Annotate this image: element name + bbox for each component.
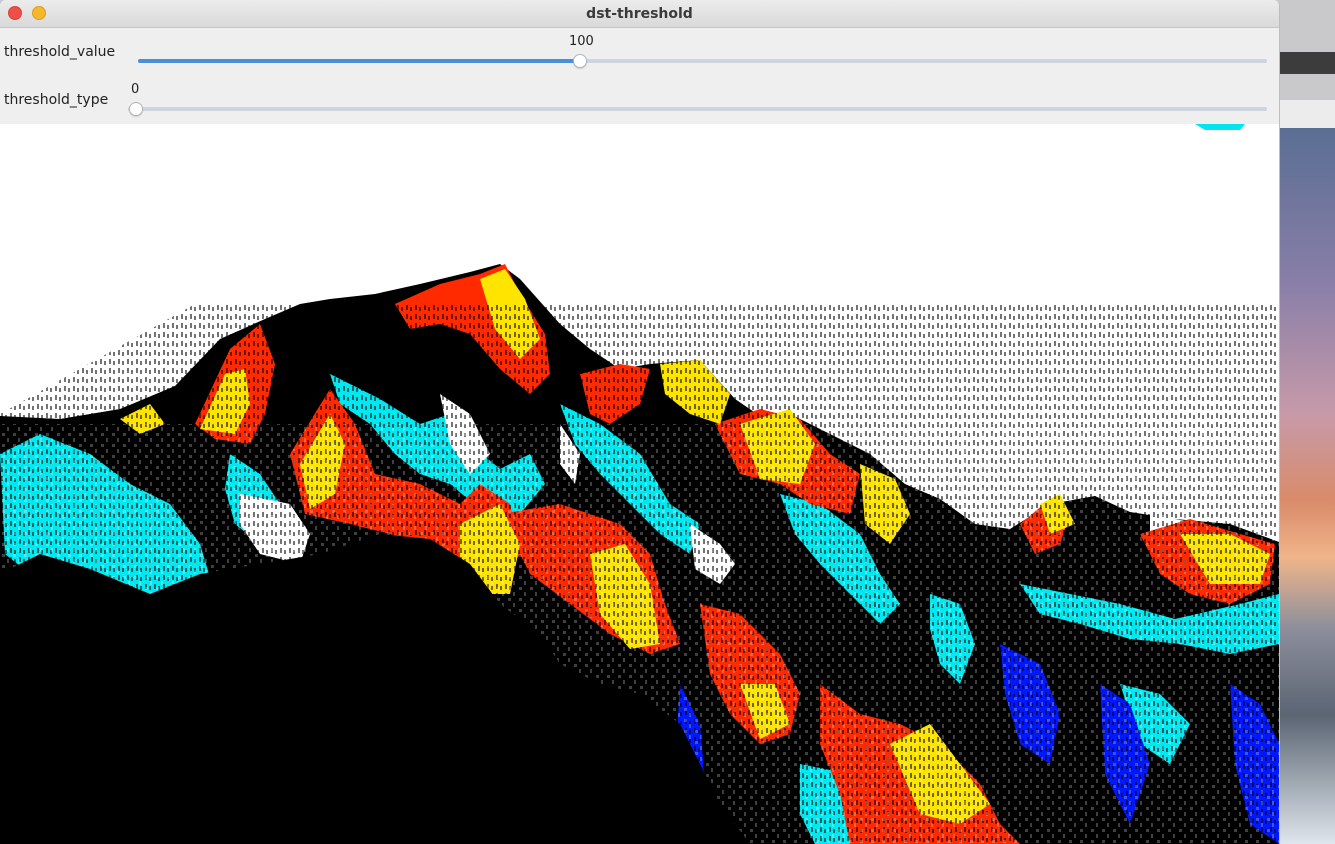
background-wallpaper — [1278, 128, 1335, 844]
thresholded-mountain-image — [0, 124, 1279, 844]
main-window: dst-threshold threshold_value 100 thresh… — [0, 0, 1280, 844]
trackbar-value: 100 — [569, 34, 594, 49]
slider-fill — [138, 59, 580, 63]
background-window-bar — [1278, 52, 1335, 74]
window-title: dst-threshold — [586, 6, 693, 22]
thresholded-image — [0, 124, 1279, 844]
trackbar-label: threshold_value — [4, 44, 116, 60]
trackbar-threshold-type: threshold_type 0 — [0, 76, 1279, 124]
trackbar-value: 0 — [131, 82, 140, 97]
title-bar[interactable]: dst-threshold — [0, 0, 1279, 28]
slider-handle[interactable] — [129, 102, 143, 116]
trackbar-panel: threshold_value 100 threshold_type 0 — [0, 28, 1279, 124]
threshold-value-slider[interactable] — [138, 54, 1267, 68]
threshold-type-slider[interactable] — [128, 102, 1267, 116]
trackbar-threshold-value: threshold_value 100 — [0, 28, 1279, 76]
slider-handle[interactable] — [573, 54, 587, 68]
trackbar-label: threshold_type — [4, 92, 109, 108]
